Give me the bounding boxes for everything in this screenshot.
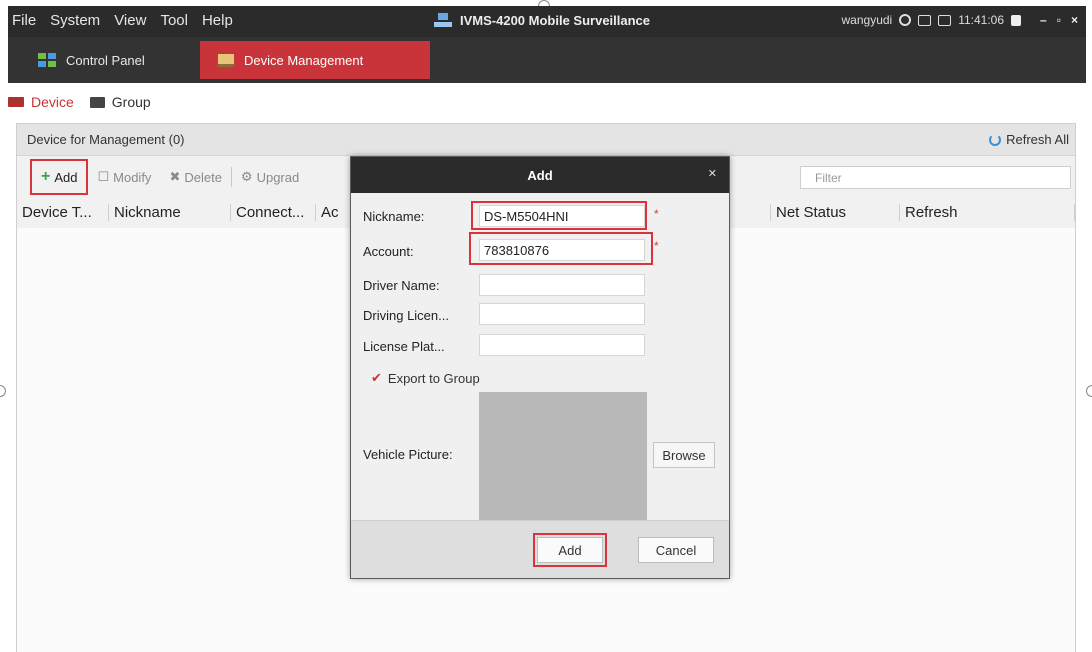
subtab-group-label: Group	[111, 94, 151, 110]
account-highlight	[469, 232, 653, 265]
main-tab-strip: Control Panel Device Management	[8, 37, 1086, 83]
delete-button[interactable]: ✖ Delete	[160, 159, 230, 195]
vehicle-picture-label: Vehicle Picture:	[363, 447, 453, 462]
resize-handle-left[interactable]	[0, 385, 6, 397]
check-icon: ✔	[371, 370, 382, 385]
driver-name-input[interactable]	[479, 274, 645, 296]
panel-header: Device for Management (0) Refresh All	[17, 124, 1075, 156]
clock-time: 11:41:06	[958, 13, 1005, 27]
subtab-device[interactable]: Device	[8, 94, 74, 110]
filter-input[interactable]: Filter	[800, 166, 1071, 189]
minimize-icon[interactable]: –	[1040, 13, 1047, 27]
column-connection[interactable]: Connect...	[231, 203, 316, 221]
app-logo-icon	[434, 13, 452, 27]
modify-button[interactable]: ☐ Modify	[88, 159, 160, 195]
menu-file[interactable]: File	[12, 12, 36, 29]
subtab-device-label: Device	[31, 94, 74, 110]
menu-bar: File System View Tool Help	[12, 12, 233, 29]
resize-handle-right[interactable]	[1086, 385, 1092, 397]
device-icon	[8, 97, 24, 107]
upgrade-button[interactable]: ⚙ Upgrad	[232, 159, 308, 195]
upgrade-label: Upgrad	[256, 169, 300, 185]
menu-help[interactable]: Help	[202, 12, 233, 29]
dialog-footer: Add Cancel	[351, 520, 729, 578]
window-controls: – ▫ ×	[1040, 13, 1078, 27]
nickname-required-mark: *	[654, 207, 659, 221]
username: wangyudi	[841, 13, 893, 27]
keyboard-icon[interactable]	[938, 14, 952, 26]
refresh-all-button[interactable]: Refresh All	[989, 132, 1069, 147]
modify-label: Modify	[113, 169, 152, 185]
title-bar: File System View Tool Help IVMS-4200 Mob…	[8, 6, 1086, 37]
subtab-group[interactable]: Group	[89, 94, 151, 110]
dialog-cancel-button[interactable]: Cancel	[638, 537, 714, 563]
export-to-group-label: Export to Group	[387, 370, 480, 386]
menu-view[interactable]: View	[114, 12, 146, 29]
nickname-highlight	[471, 201, 647, 230]
add-label: Add	[54, 169, 78, 185]
network-icon[interactable]	[899, 14, 912, 26]
add-device-dialog: Add ✕ Nickname: DS-M5504HNI * Account: 7…	[350, 156, 730, 579]
delete-label: Delete	[184, 169, 222, 185]
add-device-button[interactable]: + Add	[30, 159, 89, 195]
column-device-type[interactable]: Device T...	[17, 203, 109, 221]
tab-control-panel[interactable]: Control Panel	[20, 41, 163, 79]
panel-title: Device for Management (0)	[27, 132, 185, 147]
account-required-mark: *	[654, 239, 659, 253]
refresh-icon	[989, 133, 1002, 146]
folder-icon	[89, 96, 105, 108]
column-refresh[interactable]: Refresh	[900, 203, 1075, 221]
sub-tab-strip: Device Group	[8, 89, 151, 115]
driving-license-input[interactable]	[479, 303, 645, 325]
column-net-status[interactable]: Net Status	[770, 203, 900, 221]
license-plate-input[interactable]	[479, 334, 645, 356]
dialog-close-icon[interactable]: ✕	[708, 167, 717, 180]
modify-icon: ☐	[97, 169, 110, 184]
message-icon[interactable]	[918, 14, 932, 26]
export-to-group-checkbox[interactable]: ✔ Export to Group	[371, 370, 480, 386]
upgrade-icon: ⚙	[240, 169, 253, 184]
driver-name-label: Driver Name:	[363, 278, 440, 293]
tab-control-panel-label: Control Panel	[66, 52, 145, 68]
dialog-add-button[interactable]: Add	[533, 533, 607, 567]
menu-tool[interactable]: Tool	[160, 12, 188, 29]
status-area: wangyudi 11:41:06 – ▫ ×	[842, 13, 1079, 27]
dialog-title: Add	[527, 167, 553, 183]
browse-button[interactable]: Browse	[653, 442, 715, 468]
menu-system[interactable]: System	[50, 12, 100, 29]
column-nickname[interactable]: Nickname	[109, 203, 231, 221]
driving-license-label: Driving Licen...	[363, 308, 449, 323]
close-icon[interactable]: ×	[1071, 13, 1078, 27]
plus-icon: +	[41, 168, 51, 185]
device-management-icon	[218, 53, 234, 67]
tab-device-management[interactable]: Device Management	[200, 41, 430, 79]
delete-icon: ✖	[169, 169, 181, 184]
tab-device-management-label: Device Management	[244, 52, 364, 68]
control-panel-icon	[38, 53, 56, 67]
lock-icon[interactable]	[1011, 14, 1022, 26]
app-title: IVMS-4200 Mobile Surveillance	[460, 13, 651, 28]
nickname-label: Nickname:	[363, 209, 425, 224]
maximize-icon[interactable]: ▫	[1057, 13, 1061, 27]
license-plate-label: License Plat...	[363, 339, 445, 354]
refresh-all-label: Refresh All	[1006, 132, 1069, 147]
account-label: Account:	[363, 244, 414, 259]
dialog-title-bar: Add ✕	[351, 157, 729, 193]
